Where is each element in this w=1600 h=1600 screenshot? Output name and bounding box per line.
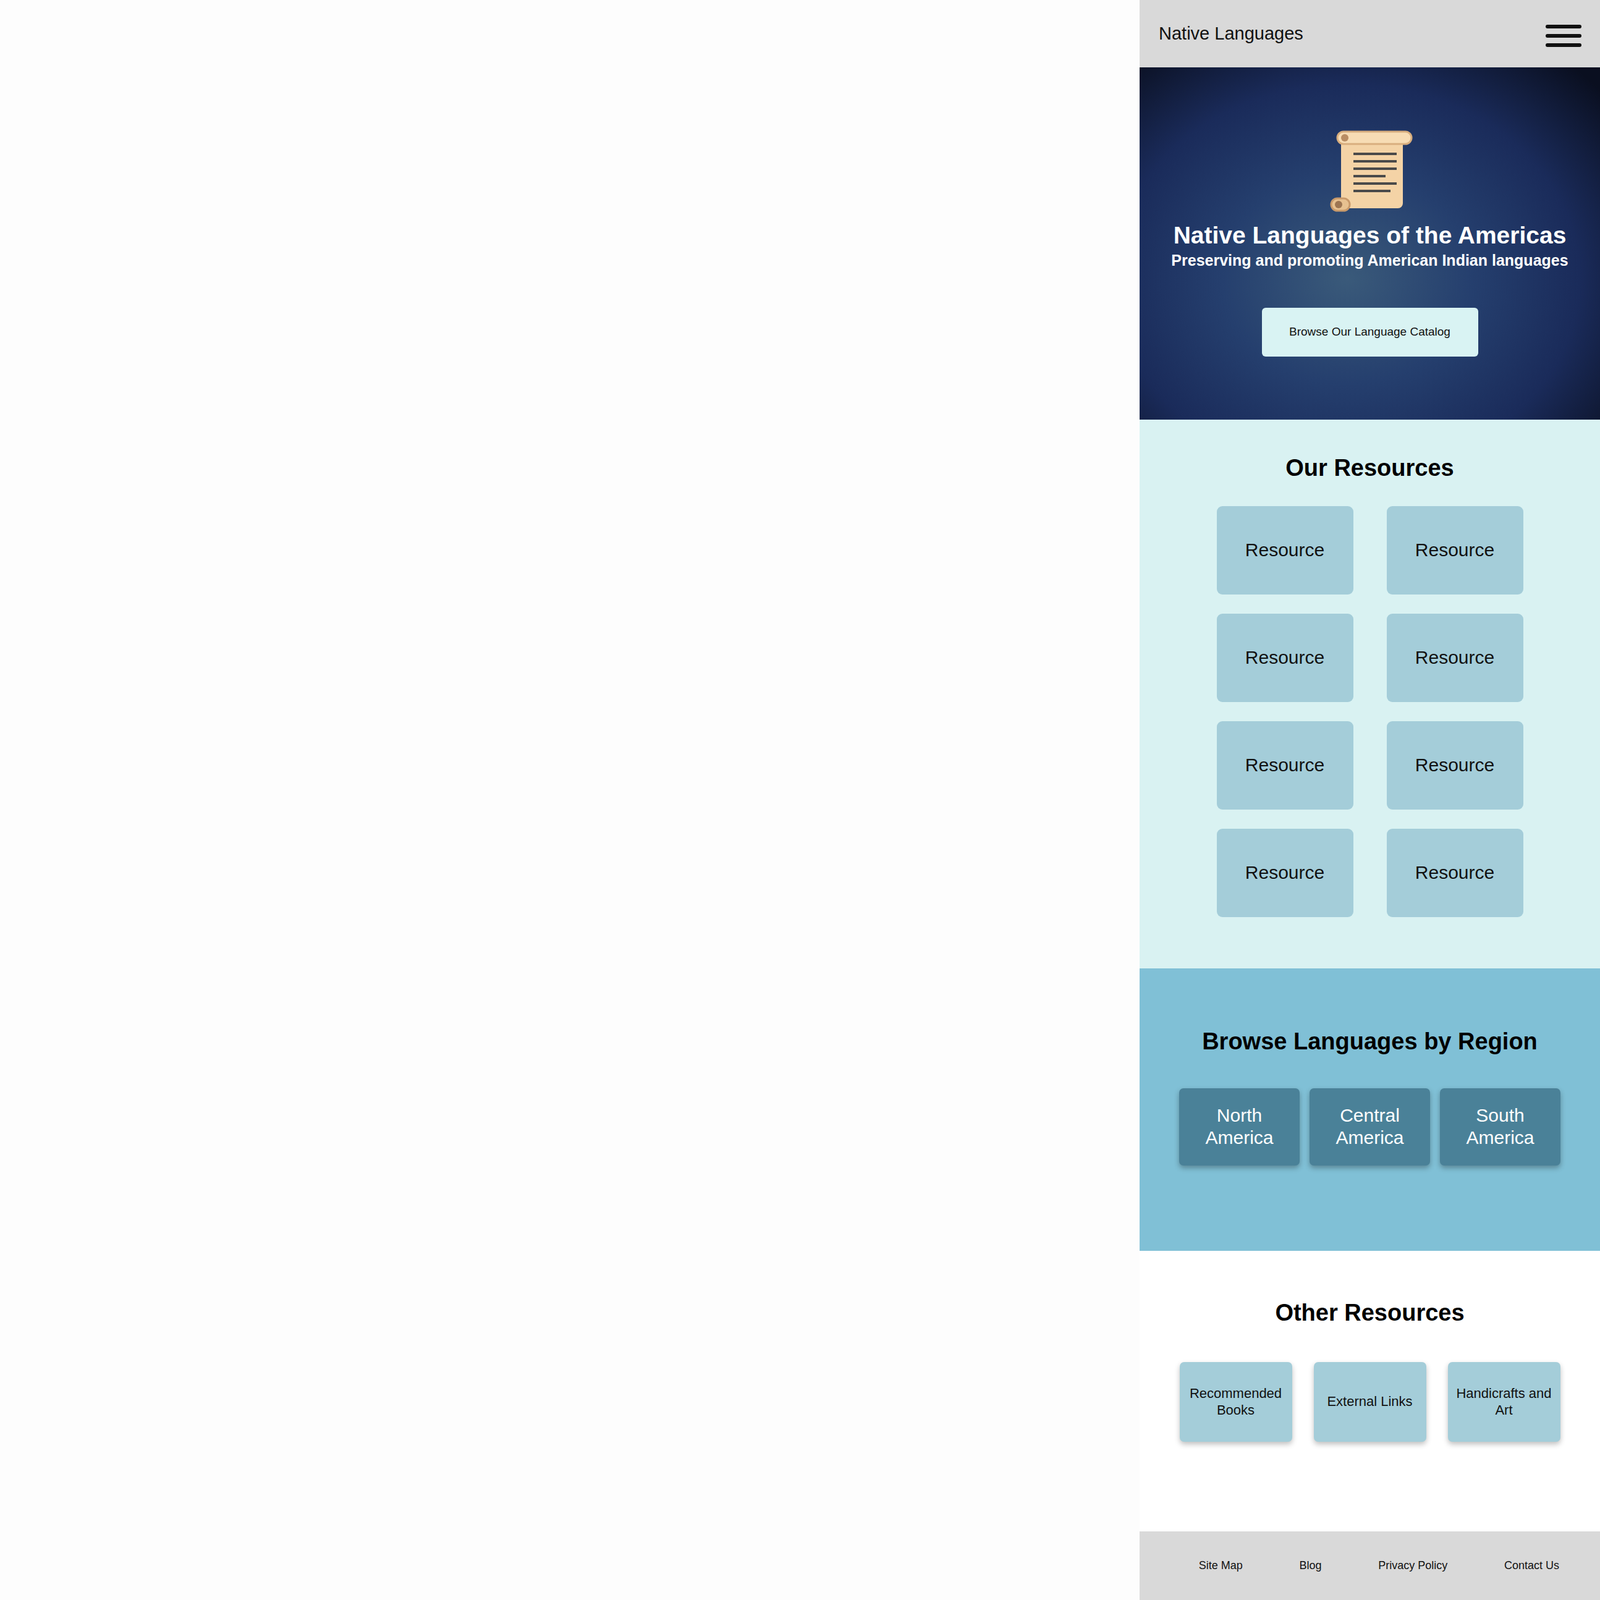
regions-section: Browse Languages by Region North AmericaC… (1139, 968, 1600, 1251)
footer-link[interactable]: Contact Us (1504, 1559, 1560, 1573)
resource-card[interactable]: Resource (1216, 828, 1354, 918)
other-resource-card[interactable]: Recommended Books (1179, 1362, 1293, 1442)
resource-card[interactable]: Resource (1386, 613, 1524, 703)
mobile-page: Native Languages Native Languages of the … (1139, 0, 1600, 1600)
resource-card[interactable]: Resource (1216, 721, 1354, 810)
resource-card[interactable]: Resource (1386, 721, 1524, 810)
hero-subtitle: Preserving and promoting American Indian… (1166, 250, 1573, 270)
regions-heading: Browse Languages by Region (1202, 1027, 1538, 1057)
region-button[interactable]: North America (1179, 1088, 1300, 1166)
footer-link[interactable]: Site Map (1198, 1559, 1243, 1573)
hero-title: Native Languages of the Americas (1173, 221, 1567, 250)
footer-link[interactable]: Privacy Policy (1378, 1559, 1448, 1573)
other-resources-row: Recommended BooksExternal LinksHandicraf… (1179, 1362, 1561, 1442)
resource-card[interactable]: Resource (1216, 613, 1354, 703)
other-resources-section: Other Resources Recommended BooksExternal… (1139, 1250, 1600, 1532)
page: Native Languages Native Languages of the … (0, 0, 1600, 1600)
region-button[interactable]: Central America (1309, 1088, 1431, 1166)
footer-link[interactable]: Blog (1299, 1559, 1322, 1573)
other-resources-heading: Other Resources (1274, 1299, 1465, 1328)
browse-catalog-button[interactable]: Browse Our Language Catalog (1261, 307, 1479, 357)
region-button[interactable]: South America (1439, 1088, 1561, 1166)
footer: Site Map Blog Privacy Policy Contact Us (1139, 1531, 1600, 1600)
resource-card[interactable]: Resource (1386, 828, 1524, 918)
site-title[interactable]: Native Languages (1158, 23, 1304, 44)
scroll-icon (1323, 129, 1417, 214)
resource-card[interactable]: Resource (1216, 506, 1354, 595)
resources-grid: Resource Resource Resource Resource Resource… (1216, 506, 1524, 918)
regions-row: North AmericaCentral AmericaSouth Americ… (1179, 1088, 1561, 1166)
resources-heading: Our Resources (1285, 454, 1454, 483)
resources-section: Our ResourcesResourceResourceResourceRes… (1139, 419, 1600, 969)
header: Native Languages (1139, 0, 1600, 68)
hamburger-menu-icon[interactable] (1545, 22, 1582, 49)
other-resource-card[interactable]: External Links (1313, 1362, 1427, 1442)
other-resource-card[interactable]: Handicrafts and Art (1447, 1362, 1561, 1442)
hero: Native Languages of the AmericasPreservi… (1139, 67, 1600, 420)
resource-card[interactable]: Resource (1386, 506, 1524, 595)
